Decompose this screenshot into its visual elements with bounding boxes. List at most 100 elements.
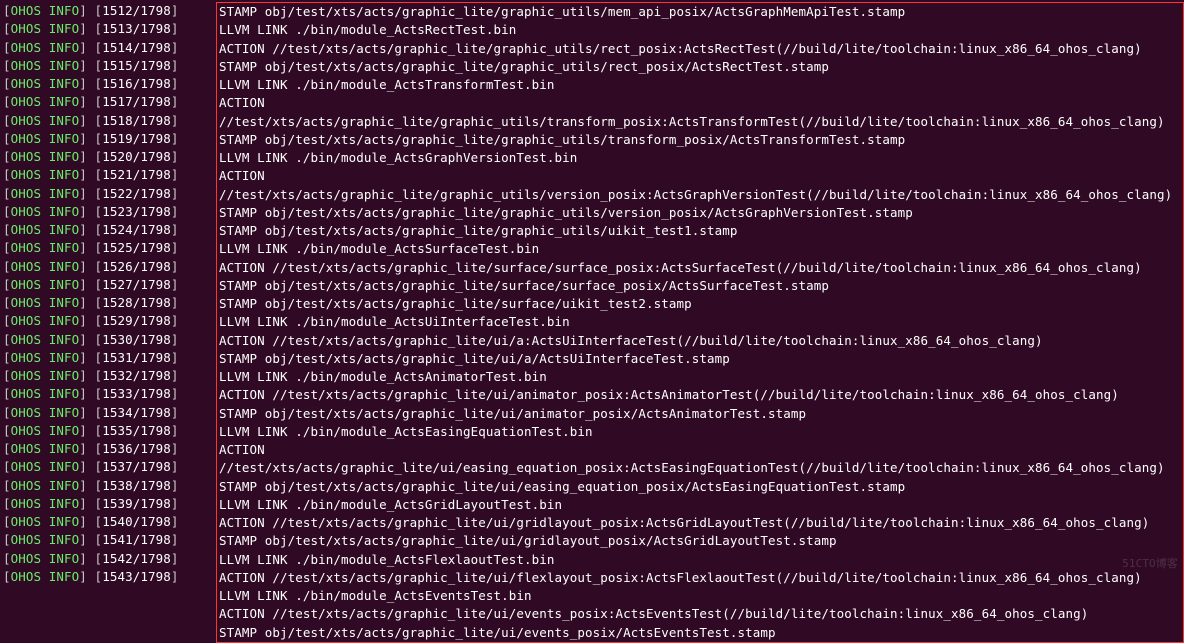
log-message: STAMP obj/test/xts/acts/graphic_lite/sur… xyxy=(219,278,829,293)
step-counter: 1530/1798 xyxy=(102,332,171,347)
step-counter: 1512/1798 xyxy=(102,3,171,18)
bracket: ] xyxy=(171,405,179,420)
bracket: ] xyxy=(79,240,94,255)
bracket: ] xyxy=(79,423,94,438)
log-level: OHOS INFO xyxy=(11,569,80,584)
bracket: ] xyxy=(79,131,94,146)
bracket: ] xyxy=(79,514,94,529)
log-level: OHOS INFO xyxy=(11,3,80,18)
step-counter: 1524/1798 xyxy=(102,222,171,237)
log-message: ACTION //test/xts/acts/graphic_lite/grap… xyxy=(219,41,1142,56)
log-level: OHOS INFO xyxy=(11,40,80,55)
log-level: OHOS INFO xyxy=(11,514,80,529)
bracket: [ xyxy=(3,21,11,36)
log-level: OHOS INFO xyxy=(11,405,80,420)
bracket: ] xyxy=(79,386,94,401)
bracket: [ xyxy=(3,259,11,274)
step-counter: 1537/1798 xyxy=(102,459,171,474)
bracket: ] xyxy=(79,569,94,584)
bracket: [ xyxy=(3,496,11,511)
log-message: LLVM LINK ./bin/module_ActsSurfaceTest.b… xyxy=(219,241,539,256)
log-message: STAMP obj/test/xts/acts/graphic_lite/ui/… xyxy=(219,479,905,494)
bracket: ] xyxy=(171,94,179,109)
bracket: [ xyxy=(3,131,11,146)
step-counter: 1536/1798 xyxy=(102,441,171,456)
log-message: STAMP obj/test/xts/acts/graphic_lite/ui/… xyxy=(219,533,837,548)
bracket: ] xyxy=(79,3,94,18)
log-message: LLVM LINK ./bin/module_ActsUiInterfaceTe… xyxy=(219,314,570,329)
bracket: [ xyxy=(3,76,11,91)
bracket: ] xyxy=(79,58,94,73)
log-message: STAMP obj/test/xts/acts/graphic_lite/gra… xyxy=(219,132,905,147)
log-level: OHOS INFO xyxy=(11,131,80,146)
bracket: [ xyxy=(3,313,11,328)
bracket: ] xyxy=(79,167,94,182)
log-message: ACTION //test/xts/acts/graphic_lite/ui/a… xyxy=(219,333,1043,348)
bracket: [ xyxy=(3,350,11,365)
bracket: ] xyxy=(171,569,179,584)
step-counter: 1514/1798 xyxy=(102,40,171,55)
log-level: OHOS INFO xyxy=(11,496,80,511)
log-level: OHOS INFO xyxy=(11,259,80,274)
bracket: [ xyxy=(3,332,11,347)
bracket: ] xyxy=(171,551,179,566)
log-message: LLVM LINK ./bin/module_ActsRectTest.bin xyxy=(219,22,516,37)
step-counter: 1528/1798 xyxy=(102,295,171,310)
bracket: ] xyxy=(171,76,179,91)
log-message: STAMP obj/test/xts/acts/graphic_lite/ui/… xyxy=(219,351,730,366)
bracket: ] xyxy=(171,204,179,219)
bracket: [ xyxy=(3,204,11,219)
bracket: [ xyxy=(3,423,11,438)
bracket: ] xyxy=(171,496,179,511)
log-message: STAMP obj/test/xts/acts/graphic_lite/ui/… xyxy=(219,406,806,421)
bracket: ] xyxy=(171,131,179,146)
bracket: ] xyxy=(171,3,179,18)
step-counter: 1516/1798 xyxy=(102,76,171,91)
log-level: OHOS INFO xyxy=(11,277,80,292)
log-level: OHOS INFO xyxy=(11,350,80,365)
log-message: ACTION //test/xts/acts/graphic_lite/ui/f… xyxy=(219,570,1142,585)
step-counter: 1527/1798 xyxy=(102,277,171,292)
bracket: [ xyxy=(3,240,11,255)
bracket: [ xyxy=(3,386,11,401)
log-level: OHOS INFO xyxy=(11,222,80,237)
log-level: OHOS INFO xyxy=(11,423,80,438)
step-counter: 1525/1798 xyxy=(102,240,171,255)
bracket: [ xyxy=(3,277,11,292)
bracket: ] xyxy=(171,313,179,328)
bracket: ] xyxy=(171,295,179,310)
step-counter: 1523/1798 xyxy=(102,204,171,219)
bracket: ] xyxy=(171,222,179,237)
bracket: ] xyxy=(79,94,94,109)
bracket: ] xyxy=(171,21,179,36)
log-message: ACTION //test/xts/acts/graphic_lite/ui/a… xyxy=(219,387,1119,402)
bracket: ] xyxy=(171,113,179,128)
log-level: OHOS INFO xyxy=(11,21,80,36)
bracket: ] xyxy=(79,405,94,420)
bracket: [ xyxy=(3,478,11,493)
log-level: OHOS INFO xyxy=(11,313,80,328)
bracket: ] xyxy=(79,496,94,511)
step-counter: 1543/1798 xyxy=(102,569,171,584)
log-message: ACTION //test/xts/acts/graphic_lite/ui/e… xyxy=(219,606,1088,621)
step-counter: 1518/1798 xyxy=(102,113,171,128)
step-counter: 1517/1798 xyxy=(102,94,171,109)
log-level: OHOS INFO xyxy=(11,76,80,91)
bracket: [ xyxy=(3,222,11,237)
bracket: ] xyxy=(171,167,179,182)
step-counter: 1533/1798 xyxy=(102,386,171,401)
bracket: [ xyxy=(3,58,11,73)
bracket: ] xyxy=(79,551,94,566)
step-counter: 1520/1798 xyxy=(102,149,171,164)
log-level: OHOS INFO xyxy=(11,332,80,347)
log-level: OHOS INFO xyxy=(11,478,80,493)
log-message: STAMP obj/test/xts/acts/graphic_lite/gra… xyxy=(219,59,829,74)
step-counter: 1538/1798 xyxy=(102,478,171,493)
bracket: ] xyxy=(171,332,179,347)
log-message: STAMP obj/test/xts/acts/graphic_lite/gra… xyxy=(219,4,905,19)
step-counter: 1529/1798 xyxy=(102,313,171,328)
bracket: ] xyxy=(79,21,94,36)
bracket: [ xyxy=(3,149,11,164)
log-level: OHOS INFO xyxy=(11,167,80,182)
step-counter: 1532/1798 xyxy=(102,368,171,383)
